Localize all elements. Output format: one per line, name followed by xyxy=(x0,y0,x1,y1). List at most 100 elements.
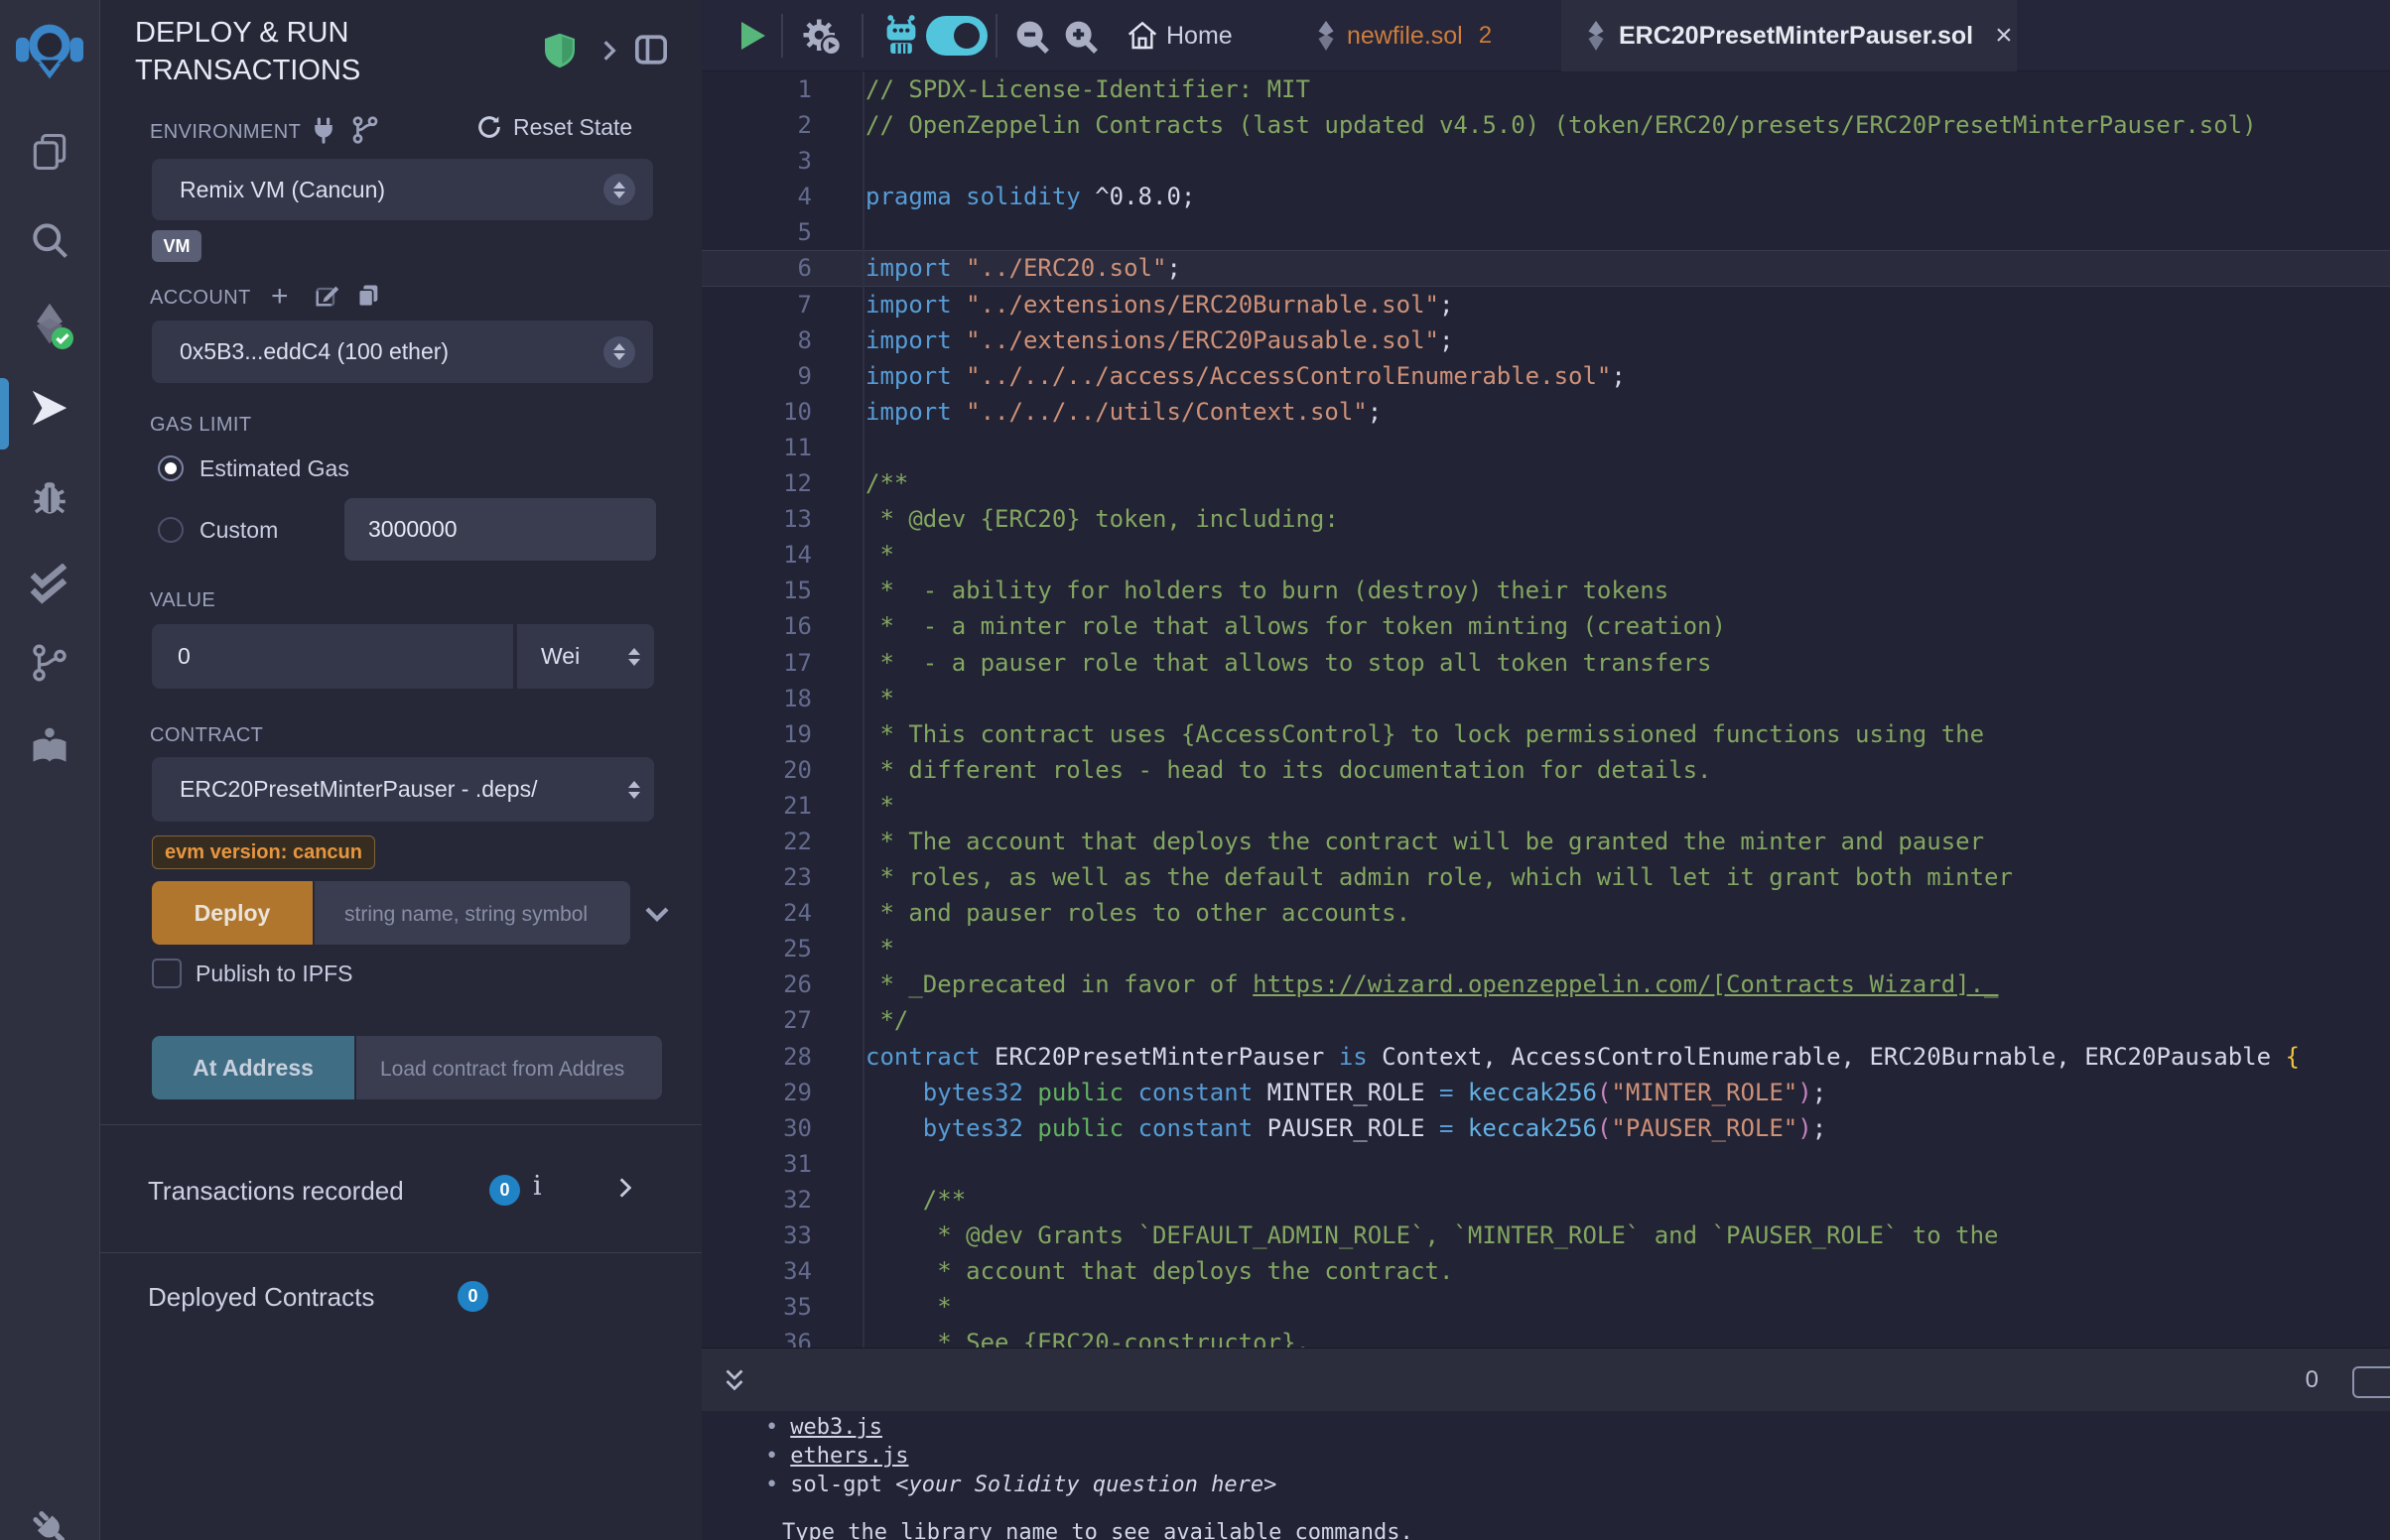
value-unit: Wei xyxy=(541,643,580,670)
terminal-pending-count: 0 xyxy=(2306,1348,2319,1412)
zoom-in-icon[interactable] xyxy=(1062,18,1100,61)
code-line[interactable]: 34 * account that deploys the contract. xyxy=(702,1253,2390,1289)
line-number: 23 xyxy=(702,859,812,895)
estimated-gas-radio[interactable] xyxy=(158,455,184,481)
code-line[interactable]: 24 * and pauser roles to other accounts. xyxy=(702,895,2390,931)
code-line[interactable]: 20 * different roles - head to its docum… xyxy=(702,752,2390,788)
script-config-gear-icon[interactable] xyxy=(799,16,843,63)
solidity-compiler-icon[interactable] xyxy=(26,302,73,354)
ai-copilot-toggle[interactable] xyxy=(926,16,988,56)
web3js-link[interactable]: web3.js xyxy=(790,1415,882,1440)
ethersjs-link[interactable]: ethers.js xyxy=(790,1444,908,1469)
code-line[interactable]: 17 * - a pauser role that allows to stop… xyxy=(702,645,2390,681)
code-line[interactable]: 29 bytes32 public constant MINTER_ROLE =… xyxy=(702,1075,2390,1110)
code-line[interactable]: 7import "../extensions/ERC20Burnable.sol… xyxy=(702,287,2390,322)
code-line[interactable]: 2// OpenZeppelin Contracts (last updated… xyxy=(702,107,2390,143)
file-explorer-icon[interactable] xyxy=(28,130,71,179)
terminal-search-box[interactable] xyxy=(2352,1366,2390,1398)
code-line[interactable]: 3 xyxy=(702,143,2390,179)
gas-limit-label: GAS LIMIT xyxy=(150,414,252,437)
code-line[interactable]: 36 * See {ERC20-constructor}. xyxy=(702,1325,2390,1348)
deploy-params-input[interactable] xyxy=(315,881,630,945)
code-line[interactable]: 31 xyxy=(702,1146,2390,1182)
code-line[interactable]: 16 * - a minter role that allows for tok… xyxy=(702,608,2390,644)
code-line[interactable]: 5 xyxy=(702,214,2390,250)
at-address-input[interactable] xyxy=(356,1036,662,1099)
plug-icon[interactable] xyxy=(309,115,338,150)
code-line[interactable]: 26 * _Deprecated in favor of https://wiz… xyxy=(702,966,2390,1002)
pin-panel-icon[interactable] xyxy=(634,34,668,70)
info-icon[interactable]: i xyxy=(533,1171,542,1202)
code-line[interactable]: 25 * xyxy=(702,931,2390,966)
add-account-icon[interactable]: + xyxy=(271,280,289,314)
code-line[interactable]: 6import "../ERC20.sol"; xyxy=(702,250,2390,286)
zoom-out-icon[interactable] xyxy=(1013,18,1051,61)
code-line[interactable]: 27 */ xyxy=(702,1002,2390,1038)
code-line[interactable]: 13 * @dev {ERC20} token, including: xyxy=(702,501,2390,537)
code-line[interactable]: 33 * @dev Grants `DEFAULT_ADMIN_ROLE`, `… xyxy=(702,1218,2390,1253)
tab-home[interactable]: Home xyxy=(1166,0,1233,71)
code-line[interactable]: 32 /** xyxy=(702,1182,2390,1218)
plugin-plug-icon[interactable] xyxy=(27,1506,72,1540)
code-line[interactable]: 1// SPDX-License-Identifier: MIT xyxy=(702,71,2390,107)
value-unit-select[interactable]: Wei xyxy=(517,624,654,689)
learneth-icon[interactable] xyxy=(28,725,71,774)
expand-deploy-icon[interactable] xyxy=(642,899,672,934)
close-tab-icon[interactable]: × xyxy=(1995,21,2013,51)
code-line[interactable]: 30 bytes32 public constant PAUSER_ROLE =… xyxy=(702,1110,2390,1146)
custom-gas-radio[interactable] xyxy=(158,517,184,543)
home-icon[interactable] xyxy=(1127,21,1158,56)
account-select[interactable]: 0x5B3...eddC4 (100 ether) xyxy=(152,321,653,383)
expand-transactions-icon[interactable] xyxy=(612,1175,638,1206)
deploy-run-icon[interactable] xyxy=(27,389,72,436)
line-number: 34 xyxy=(702,1253,812,1289)
tab-newfile[interactable]: newfile.sol 2 xyxy=(1297,0,1551,71)
terminal-footer: Type the library name to see available c… xyxy=(782,1520,1413,1540)
environment-select[interactable]: Remix VM (Cancun) xyxy=(152,159,653,220)
code-line[interactable]: 35 * xyxy=(702,1289,2390,1325)
code-line[interactable]: 19 * This contract uses {AccessControl} … xyxy=(702,716,2390,752)
debugger-icon[interactable] xyxy=(28,477,71,524)
gutter-guide xyxy=(863,71,864,1348)
git-icon[interactable] xyxy=(29,642,70,689)
publish-ipfs-checkbox[interactable] xyxy=(152,959,182,988)
unit-testing-icon[interactable] xyxy=(27,564,72,610)
code-line[interactable]: 18 * xyxy=(702,681,2390,716)
terminal-header[interactable]: 0 xyxy=(702,1348,2390,1411)
copy-account-icon[interactable] xyxy=(354,282,382,315)
terminal-line: •ethers.js xyxy=(765,1442,1276,1471)
fork-environment-icon[interactable] xyxy=(350,115,380,150)
line-number: 18 xyxy=(702,681,812,716)
code-line[interactable]: 11 xyxy=(702,430,2390,465)
code-line[interactable]: 28contract ERC20PresetMinterPauser is Co… xyxy=(702,1039,2390,1075)
terminal-output: •web3.js •ethers.js •sol-gpt <your Solid… xyxy=(765,1413,1276,1499)
edit-account-icon[interactable] xyxy=(313,282,340,315)
code-line[interactable]: 23 * roles, as well as the default admin… xyxy=(702,859,2390,895)
collapse-terminal-icon[interactable] xyxy=(722,1366,747,1401)
code-line[interactable]: 21 * xyxy=(702,788,2390,824)
transactions-count-badge: 0 xyxy=(489,1175,520,1206)
code-editor[interactable]: 1// SPDX-License-Identifier: MIT2// Open… xyxy=(702,71,2390,1348)
run-script-icon[interactable] xyxy=(739,20,767,57)
code-line[interactable]: 12/** xyxy=(702,465,2390,501)
code-line[interactable]: 10import "../../../utils/Context.sol"; xyxy=(702,394,2390,430)
remix-logo-icon[interactable] xyxy=(16,20,83,88)
code-line[interactable]: 15 * - ability for holders to burn (dest… xyxy=(702,573,2390,608)
search-icon[interactable] xyxy=(28,218,71,267)
value-input[interactable] xyxy=(152,624,513,689)
contract-select[interactable]: ERC20PresetMinterPauser - .deps/ xyxy=(152,757,654,822)
line-number: 29 xyxy=(702,1075,812,1110)
code-line[interactable]: 8import "../extensions/ERC20Pausable.sol… xyxy=(702,322,2390,358)
reset-state-button[interactable]: Reset State xyxy=(475,113,632,141)
solidity-file-icon xyxy=(1585,21,1607,51)
collapse-panel-icon[interactable] xyxy=(597,38,622,68)
custom-gas-input[interactable] xyxy=(344,498,656,561)
code-line[interactable]: 14 * xyxy=(702,537,2390,573)
code-line[interactable]: 9import "../../../access/AccessControlEn… xyxy=(702,358,2390,394)
deploy-button[interactable]: Deploy xyxy=(152,881,313,945)
code-line[interactable]: 4pragma solidity ^0.8.0; xyxy=(702,179,2390,214)
tab-erc20presetminterpauser[interactable]: ERC20PresetMinterPauser.sol × xyxy=(1561,0,2017,71)
tab-label: newfile.sol xyxy=(1347,22,1463,51)
at-address-button[interactable]: At Address xyxy=(152,1036,354,1099)
code-line[interactable]: 22 * The account that deploys the contra… xyxy=(702,824,2390,859)
